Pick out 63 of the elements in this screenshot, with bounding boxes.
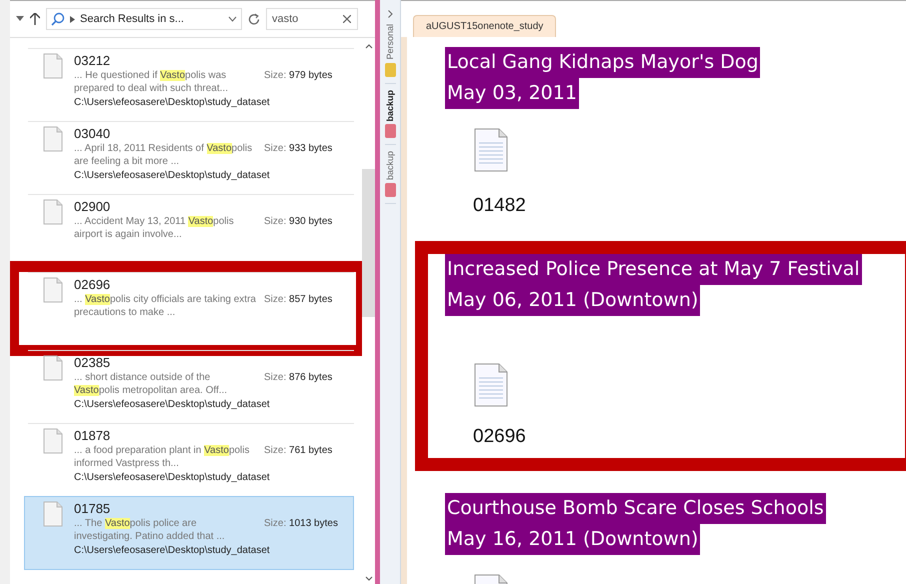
address-bar[interactable]: Search Results in s... — [46, 8, 242, 30]
chevron-right-icon — [70, 16, 75, 22]
file-name: 02696 — [473, 426, 526, 448]
chevron-right-icon[interactable] — [388, 10, 392, 18]
file-size: Size: 933 bytes — [264, 142, 332, 156]
file-path: C:\Users\efeosasere\Desktop\study_dataset — [74, 471, 271, 485]
file-size: Size: 876 bytes — [264, 371, 332, 385]
file-icon — [42, 277, 64, 303]
snippet-text: ... The Vastopolis police are investigating. Patino added that ... — [74, 517, 226, 543]
chevron-down-icon[interactable] — [228, 16, 237, 22]
section-tab[interactable]: backup — [385, 90, 395, 122]
file-path: C:\Users\efeosasere\Desktop\study_dataset — [74, 96, 271, 110]
close-icon[interactable] — [343, 15, 351, 23]
search-field[interactable]: vasto — [266, 8, 358, 30]
note-date: May 06, 2011 (Downtown) — [445, 285, 700, 316]
file-name: 03040 — [74, 126, 112, 142]
note-title: Local Gang Kidnaps Mayor's Dog — [445, 47, 760, 78]
page-tab[interactable]: aUGUST15onenote_study — [413, 15, 556, 37]
file-icon — [42, 53, 64, 79]
file-icon — [42, 126, 64, 152]
snippet-text: ... He questioned if Vastopolis was prepared to deal with such threat... — [74, 69, 229, 95]
snippet-text: ... short distance outside of the Vastopolis metropolitan area. Off... — [74, 371, 228, 397]
file-size: Size: 930 bytes — [264, 215, 332, 229]
file-name: 01878 — [74, 428, 112, 444]
search-result-item[interactable]: 03212 ... He questioned if Vastopolis was prepared to deal with such threat... Size: 979 bytes C:\Users\efeosasere\Desktop\study_dataset — [28, 48, 354, 121]
snippet-text: ... a food preparation plant in Vastopolis informed Vastpress th... — [74, 444, 251, 470]
section-tab[interactable]: backup — [385, 151, 395, 180]
file-path: C:\Users\efeosasere\Desktop\study_dataset — [74, 398, 271, 412]
section-tab[interactable]: Personal — [385, 24, 395, 60]
address-text: Search Results in s... — [80, 13, 185, 25]
file-size: Size: 1013 bytes — [264, 517, 338, 531]
search-result-item[interactable]: 02696 ... Vastopolis city officials are taking extra precautions to make ... Size: 857 bytes — [28, 272, 354, 345]
file-icon — [42, 501, 64, 527]
snippet-text: ... Vastopolis city officials are taking extra precautions to make ... — [74, 293, 256, 319]
file-icon — [42, 428, 64, 454]
note-date: May 03, 2011 — [445, 78, 579, 109]
file-name: 03212 — [74, 53, 112, 69]
file-size: Size: 857 bytes — [264, 293, 332, 307]
snippet-text: ... Accident May 13, 2011 Vastopolis airport is again involve... — [74, 215, 235, 241]
file-name: 02696 — [74, 277, 112, 293]
file-name: 02385 — [74, 355, 112, 371]
file-name: 01785 — [74, 501, 112, 517]
dropdown-icon[interactable] — [16, 16, 24, 22]
file-icon — [42, 199, 64, 225]
search-icon — [51, 12, 65, 26]
up-arrow-icon[interactable] — [30, 13, 40, 25]
file-name: 02900 — [74, 199, 112, 215]
refresh-icon[interactable] — [248, 13, 260, 25]
section-color-tab[interactable] — [384, 183, 396, 198]
text-file-icon[interactable] — [473, 362, 509, 408]
note-title: Courthouse Bomb Scare Closes Schools — [445, 493, 826, 524]
text-file-icon[interactable] — [473, 127, 509, 173]
note-title: Increased Police Presence at May 7 Festival — [445, 254, 862, 285]
note-date: May 16, 2011 (Downtown) — [445, 524, 700, 555]
file-name: 01482 — [473, 195, 526, 217]
file-path: C:\Users\efeosasere\Desktop\study_dataset — [74, 544, 271, 558]
file-size: Size: 761 bytes — [264, 444, 332, 458]
section-color-tab[interactable] — [384, 124, 396, 138]
section-color-tab[interactable] — [384, 62, 396, 77]
search-result-item[interactable]: 01785 ... The Vastopolis police are investigating. Patino added that ... Size: 1013 bytes C:\Users\efeosasere\Desktop\study_dataset — [24, 496, 354, 570]
file-path: C:\Users\efeosasere\Desktop\study_dataset — [74, 169, 271, 183]
search-result-item[interactable]: 02385 ... short distance outside of the Vastopolis metropolitan area. Off... Size: 876 bytes C:\Users\efeosasere\Desktop\study_dataset — [28, 350, 354, 423]
file-size: Size: 979 bytes — [264, 69, 332, 83]
